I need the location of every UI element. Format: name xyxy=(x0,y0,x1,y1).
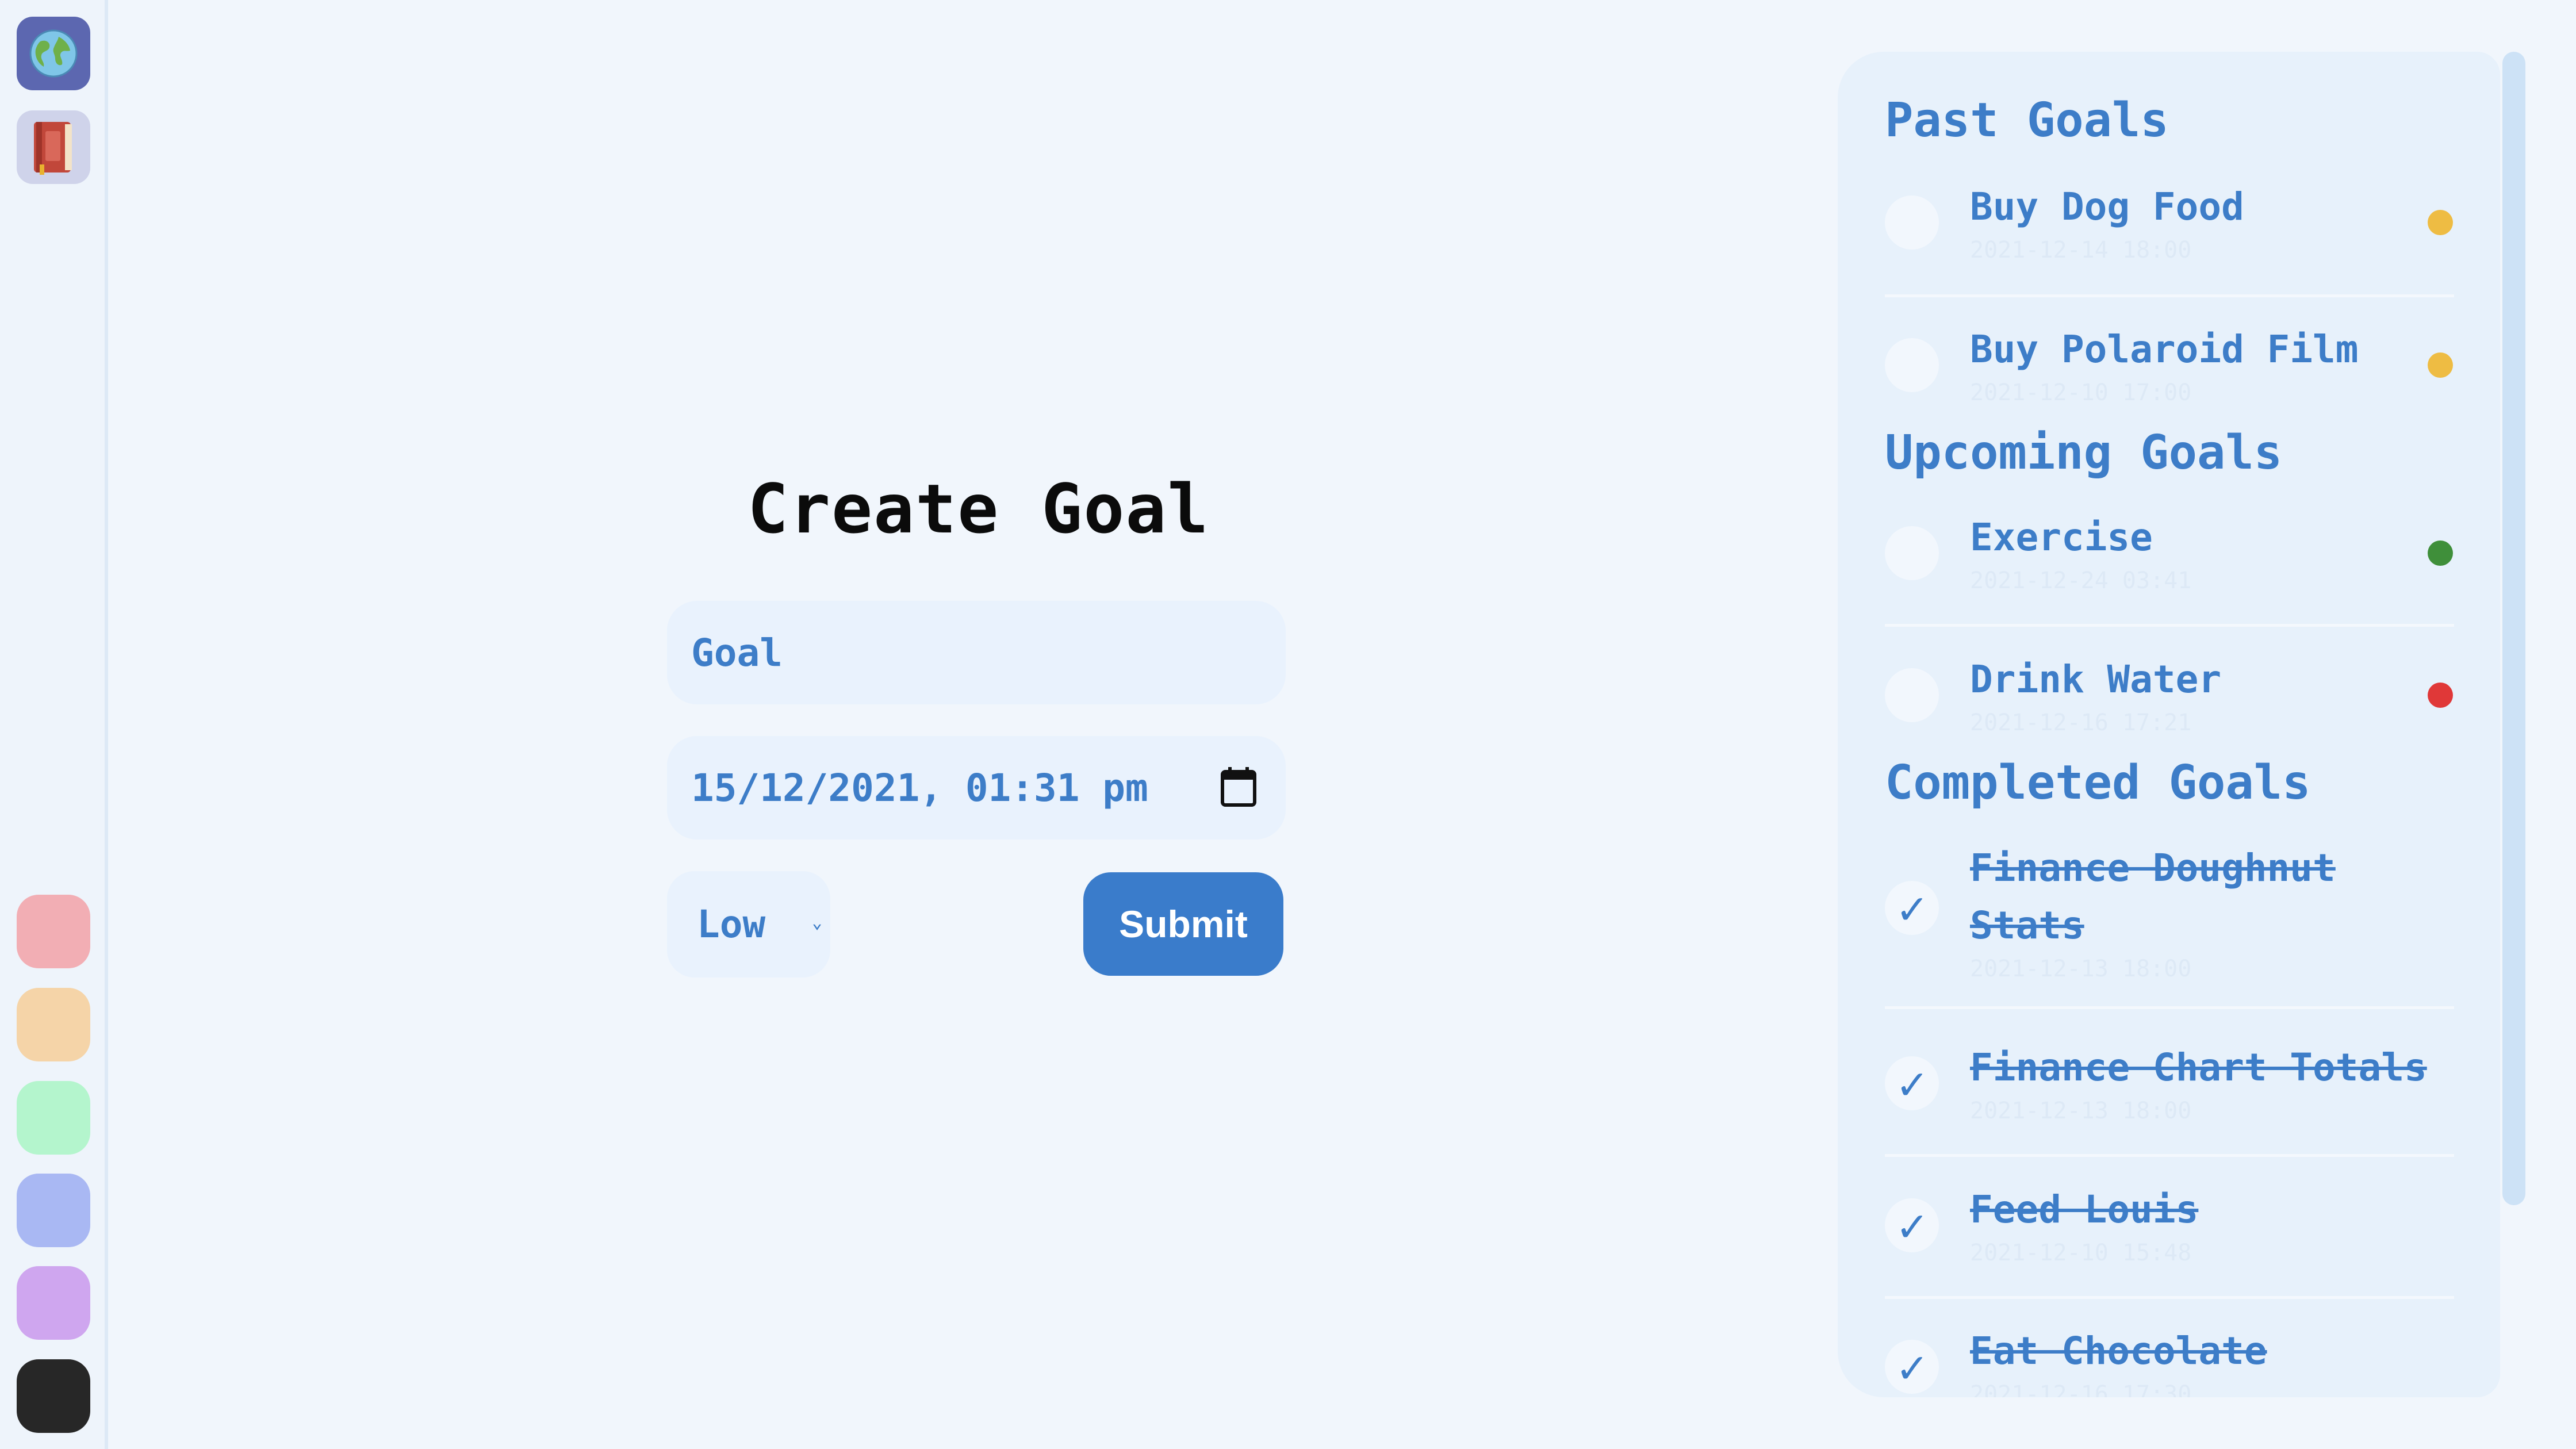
divider xyxy=(1885,1296,2454,1299)
divider xyxy=(1885,294,2454,297)
datetime-input[interactable]: 15/12/2021, 01:31 pm xyxy=(667,736,1286,839)
goal-checkbox-checked[interactable]: ✓ xyxy=(1885,1340,1939,1394)
goal-date: 2021-12-24 03:41 xyxy=(1970,568,2192,594)
scrollbar[interactable] xyxy=(2502,52,2525,1205)
goal-name: Finance Chart Totals xyxy=(1970,1045,2427,1090)
priority-dot xyxy=(2428,352,2453,378)
goal-date: 2021-12-16 17:21 xyxy=(1970,710,2192,736)
divider xyxy=(1885,1006,2454,1009)
goal-checkbox[interactable] xyxy=(1885,526,1939,580)
goal-checkbox-checked[interactable]: ✓ xyxy=(1885,881,1939,935)
goal-date: 2021-12-13 18:00 xyxy=(1970,1098,2192,1124)
past-goals-title: Past Goals xyxy=(1885,93,2169,148)
globe-app-button[interactable] xyxy=(17,17,90,90)
chevron-down-icon: ⌄ xyxy=(811,913,822,933)
goal-date: 2021-12-10 17:00 xyxy=(1970,379,2192,406)
goal-name: Exercise xyxy=(1970,515,2153,559)
goal-date: 2021-12-13 18:00 xyxy=(1970,956,2192,982)
sidebar xyxy=(0,0,108,1449)
goal-date: 2021-12-16 17:30 xyxy=(1970,1381,2192,1397)
app-root: Create Goal Goal 15/12/2021, 01:31 pm Lo… xyxy=(0,0,2576,1449)
submit-button[interactable]: Submit xyxy=(1083,872,1283,976)
goal-checkbox-checked[interactable]: ✓ xyxy=(1885,1056,1939,1110)
color-swatch-blue[interactable] xyxy=(17,1174,90,1247)
color-swatch-purple[interactable] xyxy=(17,1266,90,1340)
calendar-icon[interactable] xyxy=(1220,766,1257,807)
color-swatch-green[interactable] xyxy=(17,1081,90,1155)
divider xyxy=(1885,624,2454,627)
globe-icon xyxy=(29,29,78,78)
divider xyxy=(1885,1154,2454,1157)
checkmark-icon: ✓ xyxy=(1897,1198,1926,1252)
color-swatch-pink[interactable] xyxy=(17,895,90,968)
goal-checkbox[interactable] xyxy=(1885,195,1939,250)
goal-input[interactable]: Goal xyxy=(667,601,1286,704)
goal-date: 2021-12-14 18:00 xyxy=(1970,237,2192,263)
goal-name: Drink Water xyxy=(1970,657,2222,702)
goal-name: Finance Doughnut Stats xyxy=(1970,846,2336,948)
goal-name: Feed Louis xyxy=(1970,1187,2199,1232)
goal-date: 2021-12-10 15:48 xyxy=(1970,1240,2192,1266)
priority-dot xyxy=(2428,540,2453,566)
upcoming-goals-title: Upcoming Goals xyxy=(1885,425,2283,480)
goals-panel[interactable]: Past Goals Buy Dog Food 2021-12-14 18:00… xyxy=(1838,52,2500,1397)
goal-checkbox[interactable] xyxy=(1885,668,1939,722)
completed-goals-title: Completed Goals xyxy=(1885,756,2311,810)
goal-name: Buy Polaroid Film xyxy=(1970,327,2359,371)
goal-name: Eat Chocolate xyxy=(1970,1329,2267,1373)
checkmark-icon: ✓ xyxy=(1897,1056,1926,1110)
priority-select[interactable]: Low ⌄ xyxy=(667,871,830,977)
color-swatch-black[interactable] xyxy=(17,1359,90,1433)
goal-placeholder: Goal xyxy=(691,630,783,675)
checkmark-icon: ✓ xyxy=(1897,1340,1926,1394)
datetime-value: 15/12/2021, 01:31 pm xyxy=(691,765,1148,810)
goal-checkbox-checked[interactable]: ✓ xyxy=(1885,1198,1939,1252)
book-icon xyxy=(34,122,72,175)
goal-name: Buy Dog Food xyxy=(1970,185,2244,229)
priority-dot xyxy=(2428,210,2453,235)
book-app-button[interactable] xyxy=(17,110,90,184)
checkmark-icon: ✓ xyxy=(1897,881,1926,935)
goal-checkbox[interactable] xyxy=(1885,338,1939,392)
create-goal-title: Create Goal xyxy=(747,469,1210,549)
priority-selected-value: Low xyxy=(697,902,766,946)
priority-dot xyxy=(2428,683,2453,708)
color-swatch-orange[interactable] xyxy=(17,988,90,1061)
